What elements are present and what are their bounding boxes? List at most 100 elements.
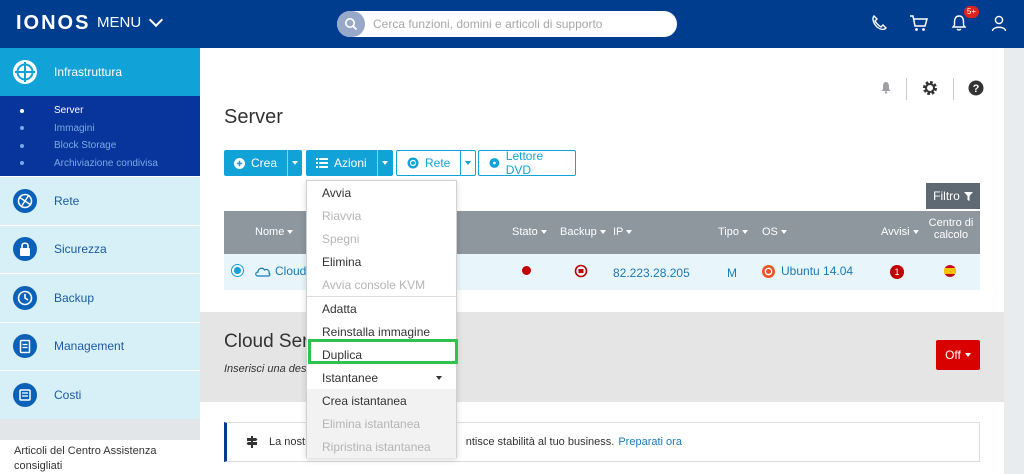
actions-button-main[interactable]: Azioni <box>306 150 377 176</box>
dvd-drive-label: Lettore DVD <box>505 149 544 177</box>
sidebar-item-management[interactable]: Management <box>0 321 200 370</box>
column-header-status[interactable]: Stato <box>512 226 547 238</box>
sidebar-item-label: Costi <box>54 387 82 402</box>
os-label: Ubuntu 14.04 <box>781 264 854 278</box>
menu-item-snapshots-label: Istantanee <box>322 370 379 385</box>
column-header-backup[interactable]: Backup <box>560 226 606 238</box>
column-header-label: IP <box>613 226 624 238</box>
caret-down-icon <box>964 353 971 357</box>
cloud-server-icon <box>255 267 271 277</box>
bullet-icon <box>20 143 24 148</box>
column-header-label: OS <box>762 226 778 238</box>
sidebar-subitem-server[interactable]: Server <box>0 102 200 120</box>
row-select-radio[interactable] <box>231 264 244 277</box>
search-icon[interactable] <box>337 11 365 37</box>
sort-caret-icon <box>599 230 606 234</box>
sidebar-submenu: Server Immagini Block Storage Archiviazi… <box>0 96 200 176</box>
help-articles-heading: Articoli del Centro Assistenza consiglia… <box>0 440 200 474</box>
plus-circle-icon <box>234 157 245 169</box>
menu-item-start[interactable]: Avvia <box>307 181 456 204</box>
user-account-icon[interactable] <box>988 12 1010 34</box>
sidebar-item-costi[interactable]: Costi <box>0 370 200 419</box>
sidebar-item-backup[interactable]: Backup <box>0 273 200 322</box>
ip-cell[interactable]: 82.223.28.205 <box>613 266 690 280</box>
sidebar-item-label: Sicurezza <box>54 242 107 257</box>
power-state-label: Off <box>945 348 961 362</box>
sidebar-subitem-block-storage[interactable]: Block Storage <box>0 137 200 155</box>
notifications-bell-icon[interactable]: 5+ <box>948 6 979 34</box>
sort-caret-icon <box>912 230 919 234</box>
sidebar-item-label: Infrastruttura <box>54 65 123 79</box>
sort-caret-icon <box>742 230 748 234</box>
column-header-os[interactable]: OS <box>762 226 787 238</box>
sidebar-item-rete[interactable]: Rete <box>0 176 200 225</box>
sort-caret-icon <box>540 230 547 234</box>
alerts-cell[interactable]: 1 <box>890 265 904 279</box>
actions-dropdown-menu: Avvia Riavvia Spegni Elimina Avvia conso… <box>306 180 457 458</box>
column-header-type[interactable]: Tipo <box>718 226 748 238</box>
cart-icon[interactable] <box>908 12 930 34</box>
prepare-now-link[interactable]: Preparati ora <box>618 436 682 448</box>
page-title: Server <box>224 106 283 128</box>
help-icon[interactable]: ? <box>968 80 984 99</box>
bell-icon[interactable] <box>880 81 892 97</box>
create-button[interactable]: Crea <box>224 150 302 176</box>
os-cell: Ubuntu 14.04 <box>762 264 853 278</box>
column-header-datacenter[interactable]: Centro di calcolo <box>924 217 978 241</box>
notifications-badge: 5+ <box>963 6 979 18</box>
network-button[interactable]: Rete <box>396 150 476 176</box>
column-header-ip[interactable]: IP <box>613 226 633 238</box>
gear-icon[interactable] <box>921 79 939 100</box>
filter-button[interactable]: Filtro <box>926 183 980 209</box>
menu-item-reinstall-image[interactable]: Reinstalla immagine <box>307 320 456 343</box>
column-header-alerts[interactable]: Avvisi <box>881 226 919 238</box>
top-icons: 5+ <box>868 6 1010 34</box>
menu-item-duplicate[interactable]: Duplica <box>307 343 456 366</box>
menu-button[interactable]: MENU <box>97 12 164 31</box>
menu-item-resize[interactable]: Adatta <box>307 297 456 320</box>
right-gutter <box>1004 48 1024 474</box>
bullet-icon <box>20 108 24 113</box>
sidebar-subitem-label: Block Storage <box>54 140 117 152</box>
status-cell <box>522 266 531 275</box>
column-header-label: Backup <box>560 226 597 238</box>
caret-down-icon <box>382 161 389 165</box>
network-icon <box>13 188 37 213</box>
sidebar-item-infrastruttura[interactable]: Infrastruttura <box>0 48 200 96</box>
sidebar: Infrastruttura Server Immagini Block Sto… <box>0 48 200 474</box>
menu-item-delete[interactable]: Elimina <box>307 250 456 273</box>
svg-text:?: ? <box>973 83 980 95</box>
dvd-drive-button[interactable]: Lettore DVD <box>478 149 576 177</box>
column-header-label: Stato <box>512 226 538 238</box>
sidebar-subitem-archiviazione[interactable]: Archiviazione condivisa <box>0 155 200 173</box>
cloud-server-title: Cloud Ser <box>224 331 309 352</box>
ubuntu-logo-icon <box>762 264 775 278</box>
network-button-main[interactable]: Rete <box>397 151 460 175</box>
cloud-server-description[interactable]: Inserisci una des <box>224 363 307 375</box>
sidebar-item-label: Management <box>54 339 125 354</box>
menu-item-snapshots[interactable]: Istantanee <box>307 366 456 389</box>
search-input[interactable] <box>373 17 663 31</box>
phone-icon[interactable] <box>868 12 890 34</box>
actions-dropdown-toggle[interactable] <box>376 150 393 176</box>
create-dropdown-toggle[interactable] <box>287 150 302 176</box>
column-header-label: Nome <box>255 226 285 238</box>
network-dropdown-toggle[interactable] <box>460 151 475 175</box>
sidebar-item-sicurezza[interactable]: Sicurezza <box>0 224 200 273</box>
backup-cell[interactable] <box>574 264 588 278</box>
ionos-logo[interactable]: IONOS <box>16 12 90 35</box>
menu-label: MENU <box>97 14 142 31</box>
actions-button[interactable]: Azioni <box>306 150 393 176</box>
sidebar-subitem-immagini[interactable]: Immagini <box>0 120 200 138</box>
menu-item-create-snapshot[interactable]: Crea istantanea <box>307 389 456 412</box>
create-label: Crea <box>251 156 278 170</box>
column-header-name[interactable]: Nome <box>255 226 294 238</box>
dvd-drive-button-main[interactable]: Lettore DVD <box>479 149 575 177</box>
menu-item-kvm-console: Avvia console KVM <box>322 277 426 292</box>
sort-caret-icon <box>287 230 294 234</box>
create-button-main[interactable]: Crea <box>224 150 287 176</box>
column-header-label: Avvisi <box>881 226 910 238</box>
actions-label: Azioni <box>334 156 367 170</box>
caret-down-icon <box>465 161 472 165</box>
power-off-button[interactable]: Off <box>936 340 980 370</box>
